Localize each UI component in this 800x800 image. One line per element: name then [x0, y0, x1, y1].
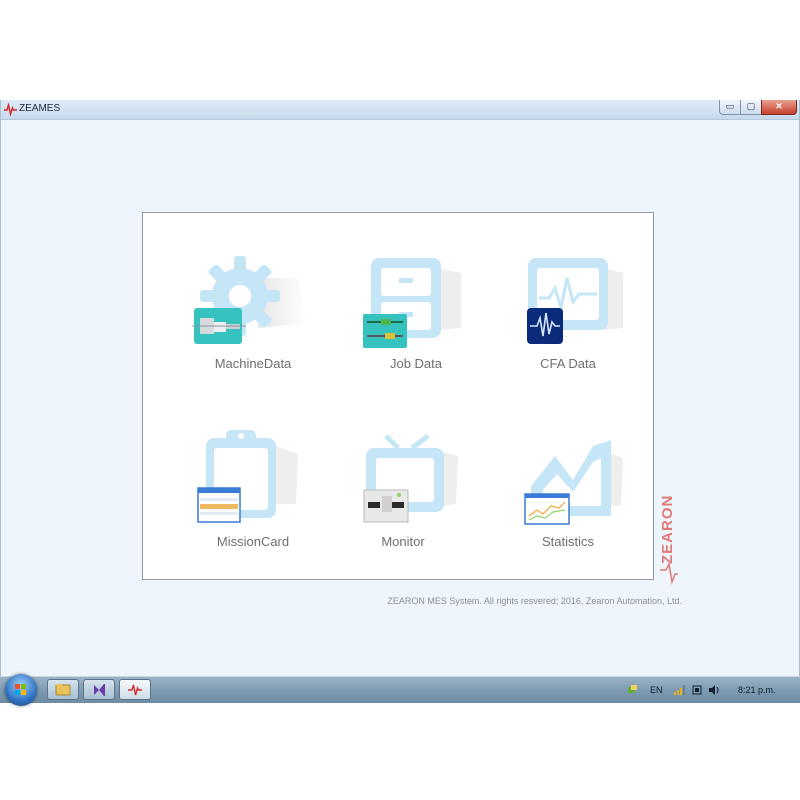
tile-label: MachineData — [214, 356, 292, 371]
waveform-monitor-icon — [527, 258, 623, 344]
brand-text: ZEARON — [659, 495, 676, 564]
start-button[interactable] — [5, 674, 37, 706]
taskbar-zeames-button[interactable] — [119, 679, 151, 700]
equipment-thumbnail-icon — [363, 489, 409, 523]
clipboard-icon — [197, 430, 298, 523]
tile-job-data[interactable]: Job Data — [341, 218, 491, 371]
folder-icon — [55, 684, 71, 696]
minimize-button[interactable]: ▭ — [719, 100, 741, 115]
line-chart-thumbnail-icon — [524, 493, 570, 525]
tile-label: MissionCard — [216, 534, 290, 549]
taskbar: EN 8:21 p.m. — [0, 674, 800, 706]
taskbar-visual-studio-button[interactable] — [83, 679, 115, 700]
waveform-thumbnail-icon — [527, 308, 563, 344]
cable-thumbnail-icon — [363, 314, 407, 348]
tile-label: Statistics — [541, 534, 594, 549]
tv-monitor-icon — [363, 434, 458, 523]
visual-studio-icon — [94, 684, 105, 696]
tile-machine-data[interactable]: MachineData — [178, 218, 328, 371]
windows-logo-icon — [15, 684, 26, 695]
close-button[interactable]: ✕ — [761, 100, 797, 115]
tile-mission-card[interactable]: MissionCard — [178, 396, 328, 549]
maximize-button[interactable]: ▢ — [740, 100, 762, 115]
copyright-footer: ZEARON MES System. All rights resvered; … — [387, 596, 682, 606]
zearon-brand-logo: ZEARON — [659, 495, 678, 585]
taskbar-explorer-button[interactable] — [47, 679, 79, 700]
tile-label: Job Data — [389, 356, 443, 371]
chart-icon — [524, 440, 623, 525]
title-bar[interactable]: ZEAMES ▭ ▢ ✕ — [1, 100, 799, 120]
zeames-logo-icon — [4, 103, 17, 116]
taskbar-clock[interactable]: 8:21 p.m. — [738, 685, 776, 695]
tile-statistics[interactable]: Statistics — [493, 396, 643, 549]
gear-icon — [192, 256, 308, 344]
tile-label: CFA Data — [540, 356, 596, 371]
window-title: ZEAMES — [19, 103, 61, 114]
main-panel: MachineData Job Data CFA Data MissionCar… — [142, 212, 654, 580]
language-indicator[interactable]: EN — [650, 685, 663, 695]
network-signal-icon[interactable] — [674, 685, 685, 695]
cabinet-icon — [363, 258, 461, 348]
tile-cfa-data[interactable]: CFA Data — [493, 218, 643, 371]
battery-icon[interactable] — [692, 685, 703, 695]
action-center-icon[interactable] — [627, 685, 638, 695]
zeames-logo-icon — [128, 684, 142, 696]
tile-monitor[interactable]: Monitor — [328, 396, 478, 549]
table-thumbnail-icon — [197, 487, 241, 523]
volume-icon[interactable] — [709, 685, 720, 695]
tile-label: Monitor — [381, 534, 425, 549]
machine-thumbnail-icon — [192, 308, 246, 344]
